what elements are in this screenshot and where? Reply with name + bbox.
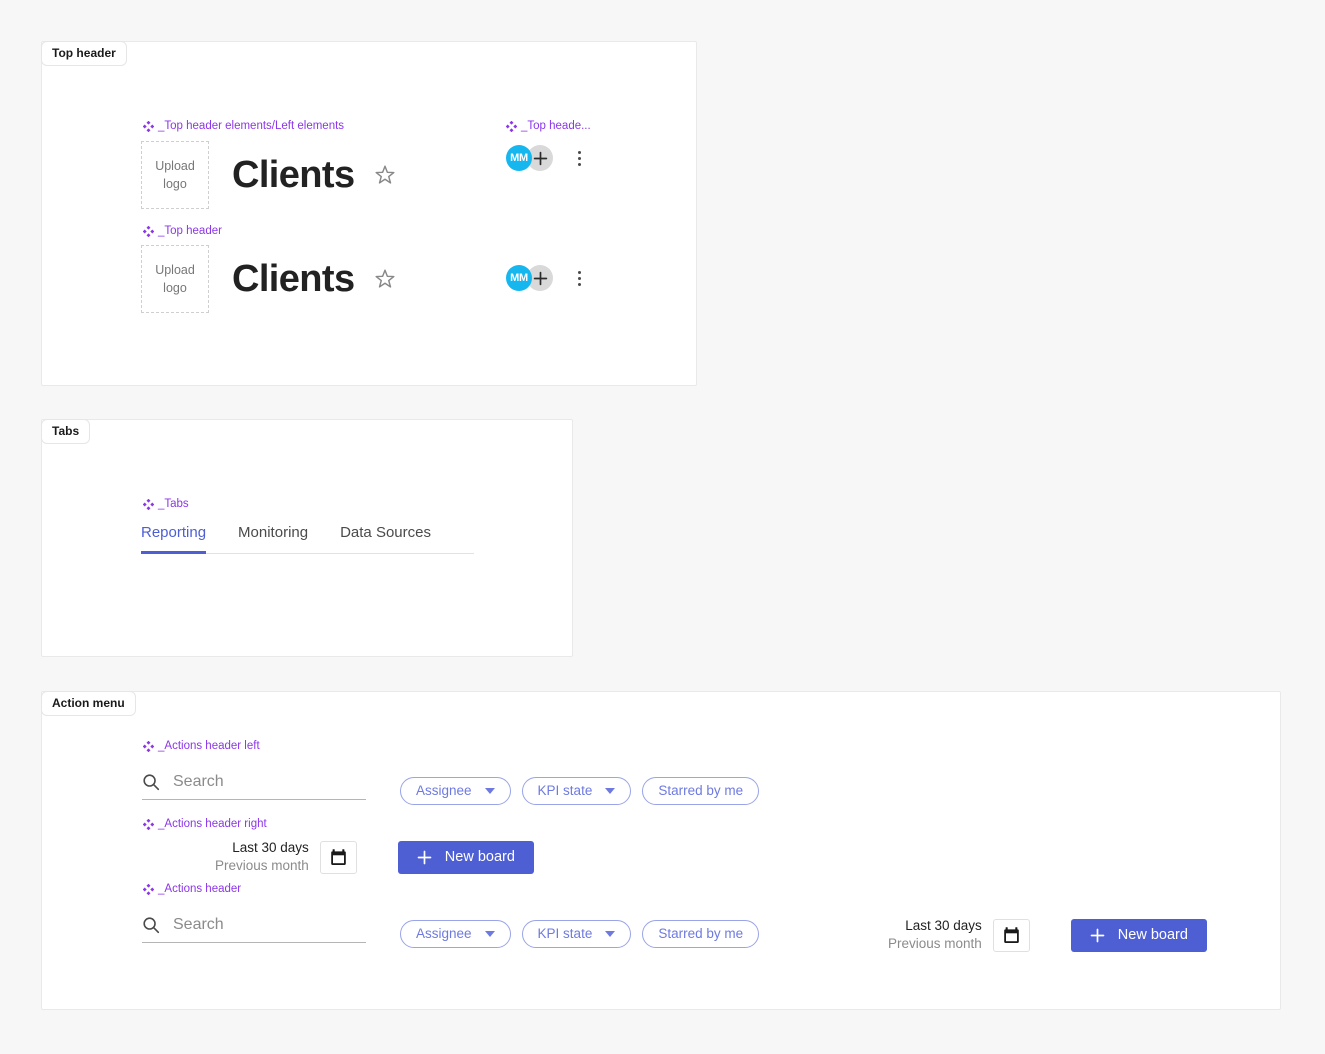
chip-assignee[interactable]: Assignee xyxy=(400,920,511,948)
chevron-down-icon xyxy=(484,788,495,794)
more-options-button[interactable] xyxy=(578,150,581,166)
new-board-label: New board xyxy=(444,848,515,865)
instance-label-text: _Tabs xyxy=(158,498,189,510)
frame-top-header: Top header _Top header elements/Left ele… xyxy=(41,41,697,386)
top-header-right-row-1: MM xyxy=(506,145,581,171)
figma-component-icon xyxy=(143,741,154,753)
frame-action-menu: Action menu _Actions header left Search … xyxy=(41,691,1281,1010)
top-header-left-row-2: Upload logo Clients xyxy=(141,245,397,313)
calendar-icon xyxy=(330,849,346,865)
chevron-down-icon xyxy=(605,931,616,937)
top-header-right-row-2: MM xyxy=(506,265,581,291)
upload-logo-dropzone[interactable]: Upload logo xyxy=(141,141,209,209)
instance-label-text: _Top header xyxy=(158,225,222,237)
upload-logo-dropzone[interactable]: Upload logo xyxy=(141,245,209,313)
figma-component-icon xyxy=(143,884,154,896)
plus-icon xyxy=(533,271,547,285)
figma-component-icon xyxy=(143,499,154,511)
instance-label-actions-header-left[interactable]: _Actions header left xyxy=(143,740,260,753)
chip-label: Assignee xyxy=(416,783,472,799)
avatar[interactable]: MM xyxy=(506,145,532,171)
chip-assignee[interactable]: Assignee xyxy=(400,777,511,805)
date-range-primary: Last 30 days xyxy=(232,840,309,855)
instance-label-tabs[interactable]: _Tabs xyxy=(143,498,189,511)
date-range-text[interactable]: Last 30 days Previous month xyxy=(888,917,982,953)
upload-logo-line-2: logo xyxy=(163,281,187,295)
search-icon xyxy=(143,774,160,791)
calendar-button[interactable] xyxy=(992,918,1030,952)
tab-bar: Reporting Monitoring Data Sources xyxy=(141,525,474,554)
avatar[interactable]: MM xyxy=(506,265,532,291)
search-field[interactable]: Search xyxy=(142,773,366,800)
figma-component-icon xyxy=(143,226,154,238)
new-board-button[interactable]: New board xyxy=(397,840,534,874)
plus-icon xyxy=(1090,928,1105,943)
chip-label: Starred by me xyxy=(658,926,744,942)
search-icon xyxy=(143,917,160,934)
frame-tabs: Tabs _Tabs Reporting Monitoring Data Sou… xyxy=(41,419,573,657)
instance-label-actions-header[interactable]: _Actions header xyxy=(143,883,242,896)
instance-label-right-elements[interactable]: _Top heade... xyxy=(506,120,591,133)
kebab-dot xyxy=(578,156,581,160)
upload-logo-line-1: Upload xyxy=(155,158,195,173)
chip-label: Assignee xyxy=(416,926,472,942)
figma-component-icon xyxy=(143,121,154,133)
page-title: Clients xyxy=(232,258,355,300)
more-options-button[interactable] xyxy=(578,270,581,286)
chip-label: Starred by me xyxy=(658,783,744,799)
tab-monitoring[interactable]: Monitoring xyxy=(238,525,308,554)
star-outline-icon[interactable] xyxy=(373,267,397,291)
search-placeholder: Search xyxy=(173,916,224,933)
star-outline-icon[interactable] xyxy=(373,163,397,187)
date-range-group-row-1: Last 30 days Previous month New board xyxy=(215,839,534,875)
chip-kpi-state[interactable]: KPI state xyxy=(521,777,632,805)
chip-label: KPI state xyxy=(537,926,593,942)
frame-label-top-header[interactable]: Top header xyxy=(41,41,127,66)
top-header-left-row-1: Upload logo Clients xyxy=(141,141,397,209)
instance-label-text: _Top header elements/Left elements xyxy=(158,120,345,132)
chip-starred-by-me[interactable]: Starred by me xyxy=(642,777,760,805)
date-range-text[interactable]: Last 30 days Previous month xyxy=(215,839,309,875)
calendar-icon xyxy=(1003,927,1019,943)
new-board-button[interactable]: New board xyxy=(1070,918,1207,952)
instance-label-text: _Actions header left xyxy=(158,740,260,752)
figma-component-icon xyxy=(143,819,154,831)
chevron-down-icon xyxy=(484,931,495,937)
date-range-group-row-2: Last 30 days Previous month New board xyxy=(888,917,1207,953)
calendar-button[interactable] xyxy=(319,840,357,874)
tab-reporting[interactable]: Reporting xyxy=(141,525,207,554)
kebab-dot xyxy=(578,270,581,274)
search-placeholder: Search xyxy=(173,773,224,790)
chip-label: KPI state xyxy=(537,783,593,799)
kebab-dot xyxy=(578,282,581,286)
date-range-secondary: Previous month xyxy=(215,858,309,874)
filter-chips-row-2: Assignee KPI state Starred by me xyxy=(400,920,760,948)
plus-icon xyxy=(417,850,432,865)
date-range-secondary: Previous month xyxy=(888,936,982,952)
frame-label-tabs[interactable]: Tabs xyxy=(41,419,91,444)
frame-label-action-menu[interactable]: Action menu xyxy=(41,691,136,716)
instance-label-top-header[interactable]: _Top header xyxy=(143,225,222,238)
instance-label-text: _Top heade... xyxy=(521,120,591,132)
kebab-dot xyxy=(578,150,581,154)
tab-data-sources[interactable]: Data Sources xyxy=(340,525,431,554)
chip-kpi-state[interactable]: KPI state xyxy=(521,920,632,948)
new-board-label: New board xyxy=(1117,926,1188,943)
chip-starred-by-me[interactable]: Starred by me xyxy=(642,920,760,948)
upload-logo-line-1: Upload xyxy=(155,262,195,277)
date-range-primary: Last 30 days xyxy=(905,918,982,933)
instance-label-left-elements[interactable]: _Top header elements/Left elements xyxy=(143,120,345,133)
instance-label-text: _Actions header xyxy=(158,883,242,895)
upload-logo-line-2: logo xyxy=(163,177,187,191)
chevron-down-icon xyxy=(605,788,616,794)
plus-icon xyxy=(533,151,547,165)
search-field[interactable]: Search xyxy=(142,916,366,943)
figma-component-icon xyxy=(506,121,517,133)
page-title: Clients xyxy=(232,154,355,196)
kebab-dot xyxy=(578,162,581,166)
kebab-dot xyxy=(578,276,581,280)
instance-label-actions-header-right[interactable]: _Actions header right xyxy=(143,818,267,831)
instance-label-text: _Actions header right xyxy=(158,818,267,830)
filter-chips-row-1: Assignee KPI state Starred by me xyxy=(400,777,760,805)
